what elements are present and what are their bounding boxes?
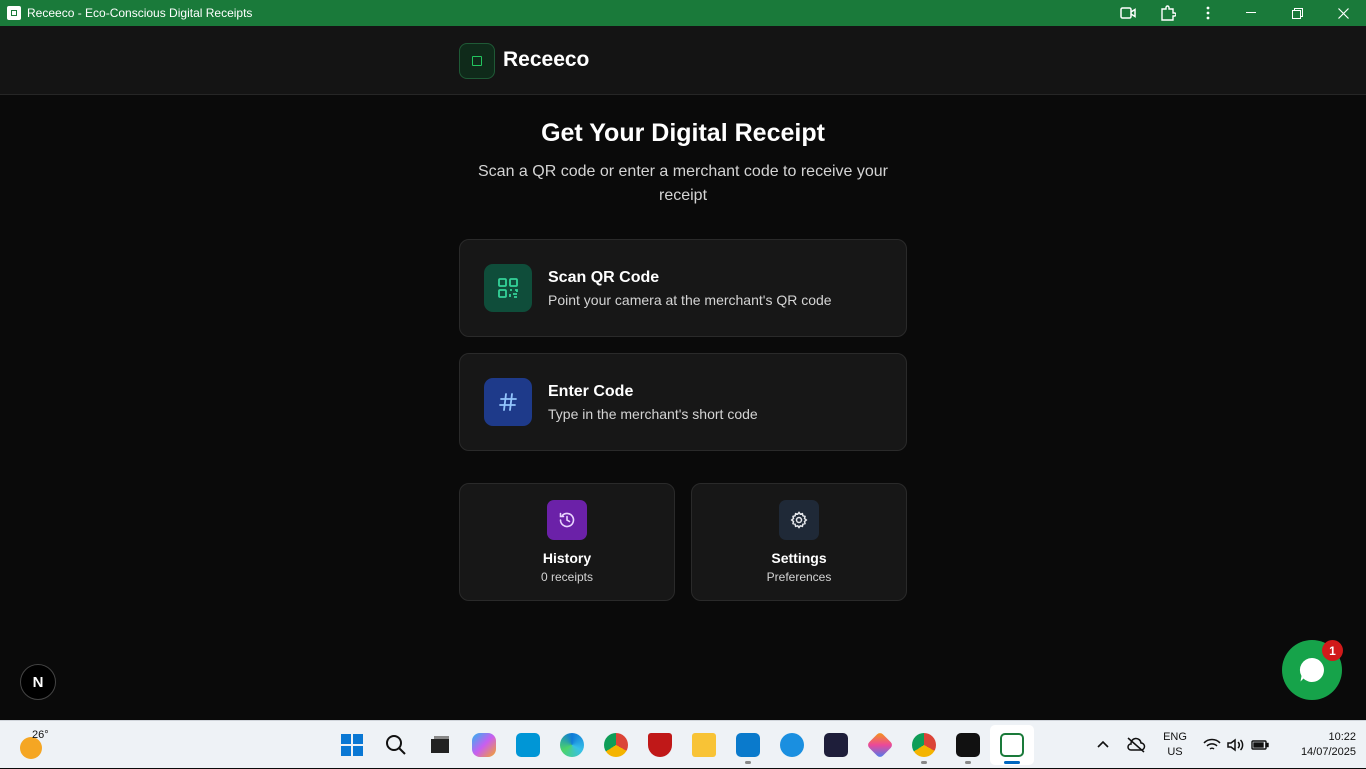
weather-widget[interactable]: 26°	[18, 729, 58, 761]
chevron-up-icon[interactable]	[1096, 721, 1110, 769]
cube-app-icon[interactable]	[946, 725, 990, 765]
taskbar-apps	[330, 725, 1034, 765]
system-clock[interactable]: 10:22 14/07/2025	[1276, 730, 1356, 760]
extension-icon[interactable]	[1148, 0, 1188, 26]
volume-icon[interactable]	[1227, 721, 1245, 769]
history-tile[interactable]: History 0 receipts	[459, 483, 675, 601]
temperature: 26°	[32, 729, 49, 741]
scan-qr-title: Scan QR Code	[548, 269, 660, 286]
file-explorer-icon[interactable]	[682, 725, 726, 765]
chrome-icon[interactable]	[594, 725, 638, 765]
ui-app-icon[interactable]	[814, 725, 858, 765]
git-icon[interactable]	[858, 725, 902, 765]
scan-qr-card[interactable]: Scan QR Code Point your camera at the me…	[459, 239, 907, 337]
chat-notification-badge: 1	[1322, 640, 1343, 661]
receeco-app-icon	[7, 6, 21, 20]
windows-start-icon[interactable]	[330, 725, 374, 765]
myhp-icon[interactable]	[506, 725, 550, 765]
keyboard-layout: US	[1167, 746, 1183, 758]
window-title: Receeco - Eco-Conscious Digital Receipts	[27, 6, 253, 20]
settings-tile[interactable]: Settings Preferences	[691, 483, 907, 601]
gear-icon	[779, 500, 819, 540]
hash-icon	[484, 378, 532, 426]
cloud-offline-icon[interactable]	[1126, 721, 1146, 769]
minimize-button[interactable]	[1228, 0, 1274, 26]
mcafee-icon[interactable]	[638, 725, 682, 765]
copilot-icon[interactable]	[462, 725, 506, 765]
scan-qr-description: Point your camera at the merchant's QR c…	[548, 292, 832, 308]
edge-icon[interactable]	[550, 725, 594, 765]
nextjs-dev-button[interactable]: N	[20, 664, 56, 700]
history-count: 0 receipts	[540, 570, 594, 584]
receipt-logo-icon[interactable]	[459, 43, 495, 79]
history-title: History	[542, 550, 592, 566]
enter-code-description: Type in the merchant's short code	[548, 406, 758, 422]
enter-code-card[interactable]: Enter Code Type in the merchant's short …	[459, 353, 907, 451]
wifi-icon[interactable]	[1203, 721, 1221, 769]
language-code: ENG	[1163, 731, 1187, 743]
more-options-icon[interactable]	[1188, 0, 1228, 26]
vscode-icon[interactable]	[726, 725, 770, 765]
windows-taskbar: 26° ENG US 10:22 14/07/2025	[0, 720, 1366, 768]
page-subtitle: Scan a QR code or enter a merchant code …	[478, 163, 888, 204]
search-icon[interactable]	[374, 725, 418, 765]
window-title-bar: Receeco - Eco-Conscious Digital Receipts	[0, 0, 1366, 26]
help-icon[interactable]	[770, 725, 814, 765]
camera-icon[interactable]	[1108, 0, 1148, 26]
settings-description: Preferences	[766, 570, 832, 584]
battery-icon[interactable]	[1251, 721, 1269, 769]
chrome-profile-icon[interactable]	[902, 725, 946, 765]
page-title: Get Your Digital Receipt	[541, 119, 825, 147]
clock-time: 10:22	[1328, 731, 1356, 743]
close-button[interactable]	[1320, 0, 1366, 26]
restore-button[interactable]	[1274, 0, 1320, 26]
chat-bubble-icon	[1299, 657, 1324, 682]
clock-date: 14/07/2025	[1300, 746, 1356, 758]
brand-name[interactable]: Receeco	[503, 48, 589, 72]
receeco-app-icon[interactable]	[990, 725, 1034, 765]
settings-title: Settings	[771, 550, 827, 566]
enter-code-title: Enter Code	[548, 383, 634, 400]
task-view-icon[interactable]	[418, 725, 462, 765]
app-header: Receeco	[0, 26, 1366, 95]
history-icon	[547, 500, 587, 540]
qr-code-icon	[484, 264, 532, 312]
language-indicator[interactable]: ENG US	[1160, 730, 1190, 760]
